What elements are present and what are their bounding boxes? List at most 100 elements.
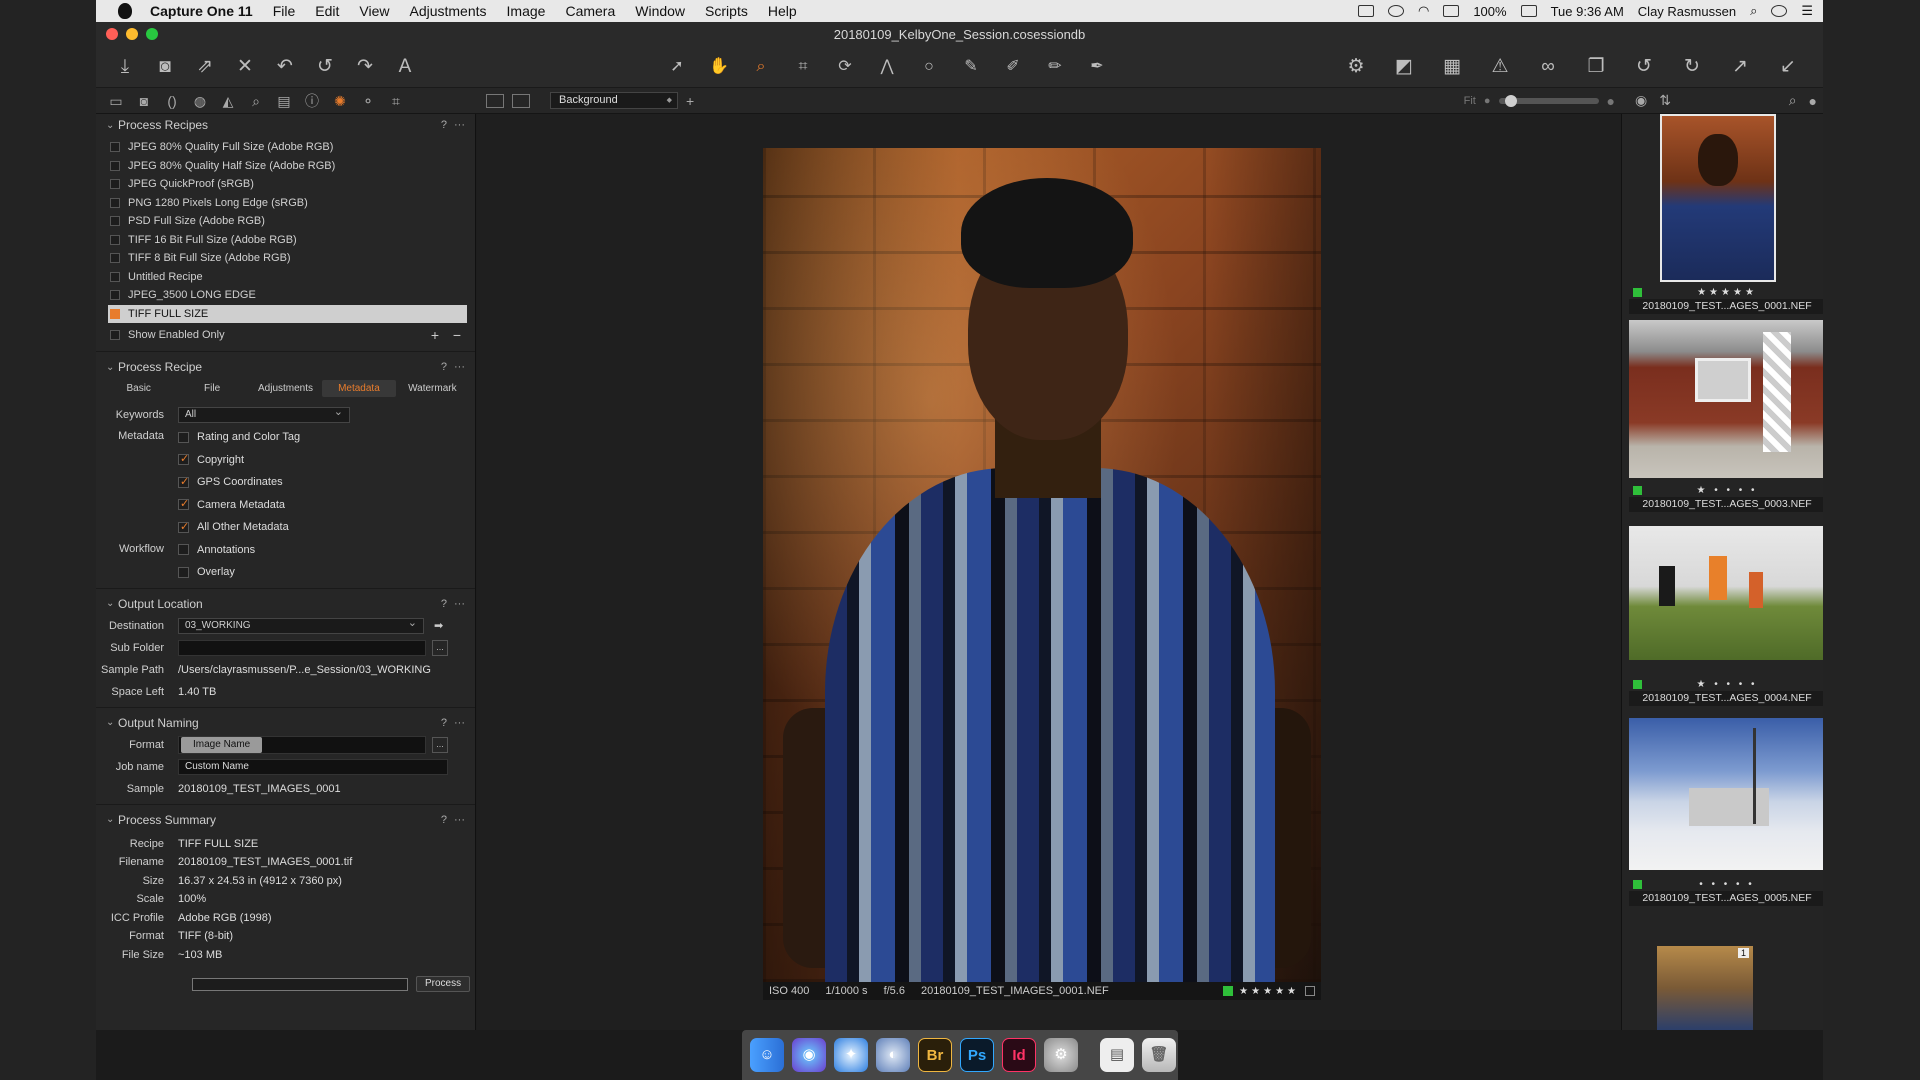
more-icon[interactable]: ··· <box>454 361 465 373</box>
tab-watermark[interactable]: Watermark <box>396 380 469 397</box>
tab-composition[interactable]: ⌗ <box>386 92 406 110</box>
tab-exposure[interactable]: ◭ <box>218 92 238 110</box>
star-rating[interactable]: • • • • • <box>1699 879 1755 890</box>
option-checkbox[interactable] <box>178 566 189 578</box>
move-icon[interactable]: ⇗ <box>194 56 216 78</box>
app-menu[interactable]: Capture One 11 <box>150 3 253 19</box>
pan-cursor-icon[interactable]: ✋ <box>708 56 730 78</box>
more-icon[interactable]: ··· <box>454 598 465 610</box>
help-icon[interactable]: ? <box>441 598 447 610</box>
system-preferences-icon[interactable]: ⚙ <box>1044 1038 1078 1072</box>
reveal-arrow-icon[interactable]: ➡ <box>434 619 443 632</box>
more-icon[interactable]: ··· <box>454 119 465 131</box>
creative-cloud-icon[interactable] <box>1387 5 1404 17</box>
capture-one-dock-icon[interactable]: ◐ <box>876 1038 910 1072</box>
rotate-left-icon[interactable]: ↺ <box>1633 56 1655 78</box>
recipe-item[interactable]: JPEG 80% Quality Half Size (Adobe RGB) <box>108 157 467 176</box>
recipe-checkbox[interactable] <box>110 216 120 227</box>
capture-icon[interactable]: ◙ <box>154 56 176 78</box>
process-recipes-header[interactable]: ⌄ Process Recipes ? ··· <box>96 114 475 136</box>
settings-icon[interactable]: ⚙ <box>1345 56 1367 78</box>
zoom-slider-knob[interactable] <box>1504 94 1517 107</box>
compare-icon[interactable]: ∞ <box>1537 56 1559 78</box>
apple-menu-icon[interactable] <box>118 3 132 19</box>
recipe-item[interactable]: TIFF 8 Bit Full Size (Adobe RGB) <box>108 249 467 268</box>
menu-image[interactable]: Image <box>507 3 546 19</box>
format-tokens-button[interactable]: ... <box>432 736 448 753</box>
zoom-slider[interactable] <box>1498 94 1599 107</box>
option-checkbox[interactable] <box>178 475 189 488</box>
thumbnail-image[interactable] <box>1629 718 1823 870</box>
chevron-down-icon[interactable]: ⌄ <box>106 814 118 825</box>
process-summary-header[interactable]: ⌄ Process Summary ? ··· <box>96 809 475 831</box>
workflow-option[interactable]: Overlay <box>178 561 255 584</box>
metadata-option[interactable]: GPS Coordinates <box>178 471 300 494</box>
workflow-option[interactable]: Annotations <box>178 539 255 562</box>
tab-batch[interactable]: ⚬ <box>358 92 378 110</box>
destination-select[interactable]: 03_WORKING <box>178 616 424 634</box>
undo-all-icon[interactable]: ↺ <box>314 56 336 78</box>
delete-icon[interactable]: ✕ <box>234 56 256 78</box>
user-filter-icon[interactable]: ● <box>1809 93 1817 109</box>
tab-file[interactable]: File <box>175 380 248 397</box>
chevron-down-icon[interactable]: ⌄ <box>106 362 118 373</box>
tab-metadata-recipe[interactable]: Metadata <box>322 379 396 397</box>
menu-view[interactable]: View <box>359 3 389 19</box>
star-rating[interactable]: ★ • • • • <box>1696 679 1757 690</box>
star-rating[interactable]: ★ • • • • <box>1696 485 1757 496</box>
battery-icon[interactable] <box>1520 5 1537 17</box>
color-tag-swatch[interactable] <box>1633 680 1642 689</box>
photoshop-icon[interactable]: Ps <box>960 1038 994 1072</box>
option-checkbox[interactable] <box>178 520 189 533</box>
tab-capture[interactable]: ◙ <box>134 92 154 110</box>
recipe-item[interactable]: JPEG QuickProof (sRGB) <box>108 175 467 194</box>
recipe-checkbox[interactable] <box>110 234 120 245</box>
import-icon[interactable]: ⤓ <box>114 56 136 78</box>
metadata-option[interactable]: Copyright <box>178 449 300 472</box>
format-input[interactable]: Image Name <box>178 735 426 754</box>
tab-basic[interactable]: Basic <box>102 380 175 397</box>
search-icon[interactable]: ⌕ <box>1789 92 1797 109</box>
option-checkbox[interactable] <box>178 431 189 443</box>
add-style-icon[interactable]: + <box>686 93 694 109</box>
menu-file[interactable]: File <box>273 3 296 19</box>
single-view-icon[interactable] <box>512 93 530 108</box>
apply-adjustments-icon[interactable]: ↙ <box>1777 56 1799 78</box>
indesign-icon[interactable]: Id <box>1002 1038 1036 1072</box>
recipe-item[interactable]: PSD Full Size (Adobe RGB) <box>108 212 467 231</box>
option-checkbox[interactable] <box>178 497 189 511</box>
recipe-item[interactable]: JPEG_3500 LONG EDGE <box>108 286 467 305</box>
recipe-checkbox[interactable] <box>110 253 120 264</box>
thumbnail-image[interactable] <box>1629 526 1823 660</box>
menu-window[interactable]: Window <box>635 3 685 19</box>
copy-adjustments-icon[interactable]: ↗ <box>1729 56 1751 78</box>
documents-stack-icon[interactable]: ▤ <box>1100 1038 1134 1072</box>
chevron-down-icon[interactable]: ⌄ <box>106 598 118 609</box>
option-checkbox[interactable] <box>178 452 189 466</box>
recipe-checkbox-checked[interactable] <box>110 308 120 319</box>
tab-output[interactable]: ✺ <box>330 92 350 110</box>
brush-icon[interactable]: ✎ <box>960 56 982 78</box>
output-naming-header[interactable]: ⌄ Output Naming ? ··· <box>96 712 475 734</box>
tab-lens[interactable]: () <box>162 92 182 110</box>
color-tag-swatch[interactable] <box>1633 288 1642 297</box>
trash-icon[interactable]: 🗑 <box>1142 1038 1176 1072</box>
recipe-item-selected[interactable]: TIFF FULL SIZE <box>108 304 467 323</box>
recipe-checkbox[interactable] <box>110 160 120 171</box>
chevron-down-icon[interactable]: ⌄ <box>106 717 118 728</box>
sub-folder-tokens-button[interactable]: ... <box>432 639 448 656</box>
option-checkbox[interactable] <box>178 544 189 556</box>
menu-edit[interactable]: Edit <box>315 3 339 19</box>
tab-adjustments[interactable]: ▤ <box>274 92 294 110</box>
keywords-select[interactable]: All <box>178 405 350 423</box>
select-cursor-icon[interactable]: ➚ <box>666 56 688 78</box>
menu-help[interactable]: Help <box>768 3 797 19</box>
rotate-cursor-icon[interactable]: ⟳ <box>834 56 856 78</box>
notification-center-icon[interactable]: ☰ <box>1801 3 1813 19</box>
metadata-option[interactable]: Camera Metadata <box>178 494 300 517</box>
sort-icon[interactable]: ⇅ <box>1659 92 1671 109</box>
safari-icon[interactable]: ✦ <box>834 1038 868 1072</box>
text-tool-icon[interactable]: A <box>394 56 416 78</box>
sub-folder-input[interactable] <box>178 639 426 656</box>
chevron-down-icon[interactable]: ⌄ <box>106 120 118 131</box>
